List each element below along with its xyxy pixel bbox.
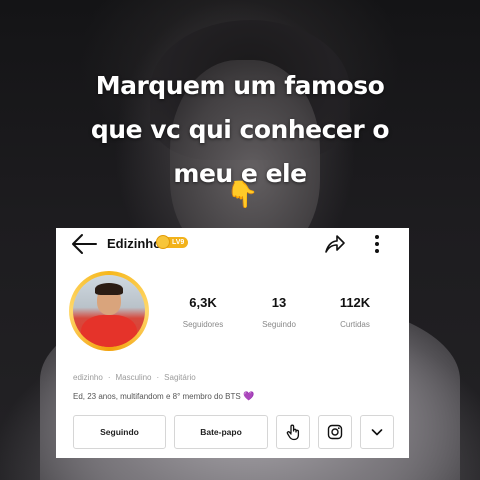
profile-username: Edizinho <box>107 236 162 251</box>
stat-following-label: Seguindo <box>262 320 296 329</box>
profile-top-bar: Edizinho LV9 <box>56 228 409 260</box>
stat-following[interactable]: 13 Seguindo <box>239 295 319 329</box>
more-vertical-icon[interactable] <box>372 233 382 255</box>
video-caption: Marquem um famoso que vc qui conhecer o … <box>60 64 420 196</box>
share-icon[interactable] <box>322 232 346 256</box>
purple-heart-emoji: 💜 <box>242 391 255 401</box>
caption-line-2: que vc qui conhecer o <box>90 115 390 144</box>
pointing-down-emoji: 👇 <box>226 180 259 210</box>
hand-tap-icon <box>286 424 300 441</box>
profile-bio: Ed, 23 anos, multifandom e 8° membro do … <box>73 391 254 402</box>
arrow-left-icon[interactable] <box>70 231 98 257</box>
avatar-shirt <box>81 315 137 347</box>
stat-followers-label: Seguidores <box>182 320 224 329</box>
stat-following-value: 13 <box>271 295 287 310</box>
caption-line-1: Marquem um famoso <box>95 71 385 100</box>
following-button[interactable]: Seguindo <box>73 415 166 449</box>
instagram-icon <box>327 424 343 440</box>
profile-handle: edizinho <box>73 373 103 382</box>
profile-card: Edizinho LV9 6,3K Seguidores 13 Seguindo… <box>56 228 409 458</box>
stat-likes[interactable]: 112K Curtidas <box>315 295 395 329</box>
stat-followers-value: 6,3K <box>189 295 217 310</box>
poke-button[interactable] <box>276 415 310 449</box>
avatar-photo <box>73 275 145 347</box>
profile-gender: Masculino <box>115 373 152 382</box>
stat-likes-label: Curtidas <box>340 320 370 329</box>
level-badge-icon <box>156 235 170 249</box>
avatar[interactable] <box>69 271 149 351</box>
avatar-hair <box>95 283 123 295</box>
expand-button[interactable] <box>360 415 394 449</box>
profile-meta: edizinho · Masculino · Sagitário <box>73 373 196 382</box>
instagram-button[interactable] <box>318 415 352 449</box>
stat-likes-value: 112K <box>339 295 371 310</box>
profile-sign: Sagitário <box>164 373 196 382</box>
chevron-down-icon <box>371 429 383 436</box>
chat-button[interactable]: Bate-papo <box>174 415 268 449</box>
stat-followers[interactable]: 6,3K Seguidores <box>163 295 243 329</box>
profile-bio-text: Ed, 23 anos, multifandom e 8° membro do … <box>73 392 241 401</box>
